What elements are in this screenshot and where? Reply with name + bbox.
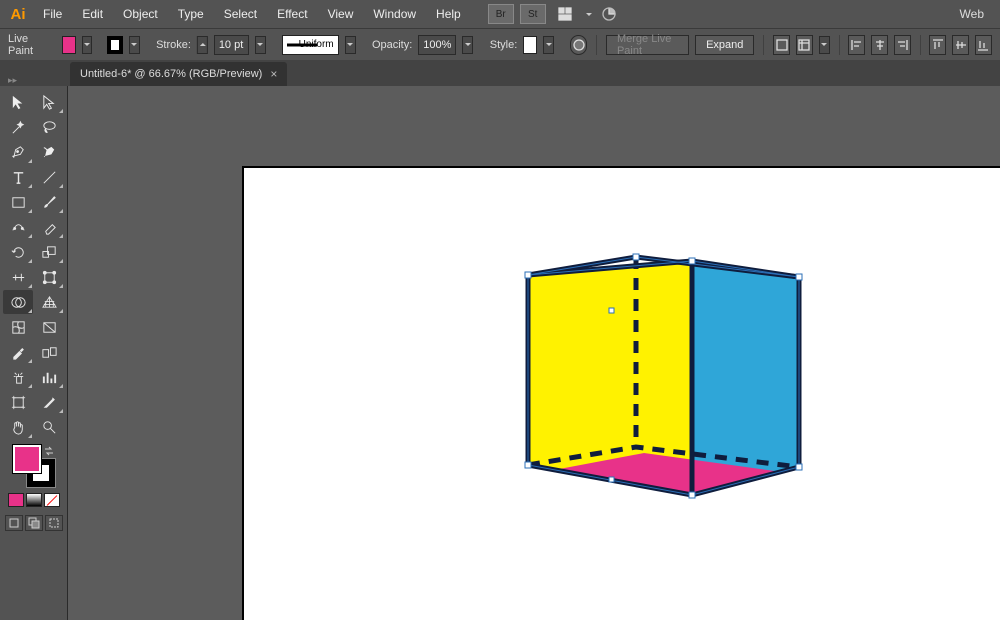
opacity-field[interactable]: 100% (418, 35, 456, 55)
align-right-button[interactable] (894, 35, 911, 55)
type-tool[interactable] (3, 165, 33, 189)
menu-object[interactable]: Object (114, 2, 167, 26)
cube-artwork[interactable] (512, 243, 832, 543)
align-left-button[interactable] (848, 35, 865, 55)
control-bar: Live Paint Stroke: 10 pt Uniform Opacity… (0, 28, 1000, 60)
curvature-tool[interactable] (34, 140, 64, 164)
style-swatch[interactable] (523, 36, 537, 54)
stroke-dropdown[interactable] (129, 36, 140, 54)
opacity-label: Opacity: (372, 39, 412, 51)
align-center-button[interactable] (871, 35, 888, 55)
document-tab-bar: ▸▸ Untitled-6* @ 66.67% (RGB/Preview) × (0, 60, 1000, 86)
document-tab[interactable]: Untitled-6* @ 66.67% (RGB/Preview) × (70, 62, 287, 86)
style-dropdown[interactable] (543, 36, 554, 54)
color-mode-solid[interactable] (8, 493, 24, 507)
artboard-tool[interactable] (3, 390, 33, 414)
arrange-documents-dropdown[interactable] (582, 5, 596, 23)
isolate-button[interactable] (773, 35, 790, 55)
free-transform-tool[interactable] (34, 265, 64, 289)
align-bottom-button[interactable] (975, 35, 992, 55)
rotate-tool[interactable] (3, 240, 33, 264)
fill-color-box[interactable] (13, 445, 41, 473)
paintbrush-tool[interactable] (34, 190, 64, 214)
stroke-weight-field[interactable]: 10 pt (214, 35, 249, 55)
mesh-tool[interactable] (3, 315, 33, 339)
style-label: Style: (490, 39, 518, 51)
fill-swatch[interactable] (62, 36, 76, 54)
gradient-tool[interactable] (34, 315, 64, 339)
column-graph-tool[interactable] (34, 365, 64, 389)
canvas-area[interactable] (68, 86, 1000, 620)
align-middle-button[interactable] (952, 35, 969, 55)
artboard[interactable] (242, 166, 1000, 620)
stroke-decrement[interactable] (197, 36, 208, 54)
shaper-tool[interactable] (3, 215, 33, 239)
fill-stroke-control[interactable] (13, 445, 55, 487)
arrange-documents-button[interactable] (550, 4, 580, 24)
variable-width-profile[interactable]: Uniform (282, 35, 338, 55)
panel-handle[interactable]: ▸▸ (4, 74, 64, 86)
gpu-preview-icon[interactable] (598, 4, 620, 24)
pen-tool[interactable] (3, 140, 33, 164)
color-mode-none[interactable] (44, 493, 60, 507)
menu-edit[interactable]: Edit (73, 2, 112, 26)
menu-file[interactable]: File (34, 2, 71, 26)
edit-clipping-button[interactable] (796, 35, 813, 55)
app-logo: Ai (4, 3, 32, 25)
stroke-weight-dropdown[interactable] (255, 36, 266, 54)
color-mode-row (8, 493, 60, 507)
rectangle-tool[interactable] (3, 190, 33, 214)
menu-bar: Ai File Edit Object Type Select Effect V… (0, 0, 1000, 28)
perspective-grid-tool[interactable] (34, 290, 64, 314)
menu-effect[interactable]: Effect (268, 2, 316, 26)
work-area (0, 86, 1000, 620)
width-tool[interactable] (3, 265, 33, 289)
profile-dropdown[interactable] (345, 36, 356, 54)
menu-select[interactable]: Select (215, 2, 266, 26)
close-tab-button[interactable]: × (270, 67, 277, 81)
draw-normal-button[interactable] (5, 515, 23, 531)
tools-panel (0, 86, 68, 620)
opacity-dropdown[interactable] (462, 36, 473, 54)
slice-tool[interactable] (34, 390, 64, 414)
stroke-swatch[interactable] (107, 36, 122, 54)
selection-mode-label: Live Paint (8, 33, 44, 57)
document-tab-title: Untitled-6* @ 66.67% (RGB/Preview) (80, 68, 262, 80)
eraser-tool[interactable] (34, 215, 64, 239)
expand-button[interactable]: Expand (695, 35, 754, 55)
swap-fill-stroke-icon[interactable] (43, 445, 55, 457)
symbol-sprayer-tool[interactable] (3, 365, 33, 389)
blend-tool[interactable] (34, 340, 64, 364)
fill-dropdown[interactable] (82, 36, 93, 54)
color-mode-gradient[interactable] (26, 493, 42, 507)
shape-builder-tool[interactable] (3, 290, 33, 314)
workspace-switcher[interactable]: Web (948, 2, 996, 26)
menu-window[interactable]: Window (364, 2, 425, 26)
menu-help[interactable]: Help (427, 2, 470, 26)
lasso-tool[interactable] (34, 115, 64, 139)
draw-behind-button[interactable] (25, 515, 43, 531)
draw-inside-button[interactable] (45, 515, 63, 531)
align-top-button[interactable] (929, 35, 946, 55)
recolor-artwork-button[interactable] (570, 35, 587, 55)
menu-view[interactable]: View (319, 2, 363, 26)
bridge-button[interactable]: Br (488, 4, 514, 24)
hand-tool[interactable] (3, 415, 33, 439)
scale-tool[interactable] (34, 240, 64, 264)
merge-live-paint-button: Merge Live Paint (606, 35, 689, 55)
magic-wand-tool[interactable] (3, 115, 33, 139)
menu-type[interactable]: Type (169, 2, 213, 26)
align-dropdown[interactable] (819, 36, 830, 54)
direct-selection-tool[interactable] (34, 90, 64, 114)
draw-mode-row (5, 515, 63, 531)
stroke-label: Stroke: (156, 39, 191, 51)
selection-tool[interactable] (3, 90, 33, 114)
eyedropper-tool[interactable] (3, 340, 33, 364)
stock-button[interactable]: St (520, 4, 546, 24)
zoom-tool[interactable] (34, 415, 64, 439)
line-segment-tool[interactable] (34, 165, 64, 189)
